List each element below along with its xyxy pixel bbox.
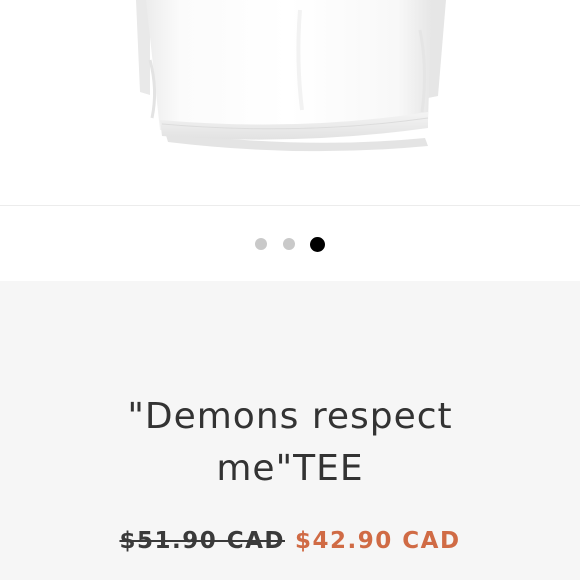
product-title-line-1: "Demons respect <box>127 396 453 437</box>
gallery-dot-3-active[interactable] <box>310 237 325 252</box>
compare-at-price: $51.90 CAD <box>119 528 285 554</box>
price-row: $51.90 CAD $42.90 CAD <box>0 528 580 554</box>
product-image-gallery[interactable] <box>0 0 580 205</box>
gallery-dot-2[interactable] <box>283 238 295 250</box>
tshirt-image <box>136 0 446 152</box>
product-title-line-2: me"TEE <box>216 448 364 489</box>
product-page: "Demons respect me"TEE $51.90 CAD $42.90 … <box>0 0 580 580</box>
product-title: "Demons respect me"TEE <box>40 391 540 495</box>
gallery-dot-1[interactable] <box>255 238 267 250</box>
gallery-pagination <box>0 206 580 281</box>
product-info: "Demons respect me"TEE $51.90 CAD $42.90 … <box>0 281 580 580</box>
sale-price: $42.90 CAD <box>295 528 461 554</box>
